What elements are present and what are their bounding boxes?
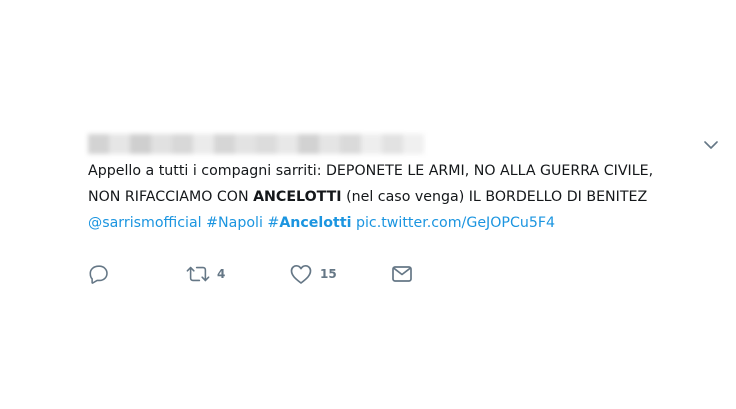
like-count: 15: [320, 267, 337, 281]
reply-button[interactable]: [88, 262, 110, 286]
avatar[interactable]: [12, 132, 82, 208]
heart-icon: [289, 263, 313, 285]
author-name-redacted[interactable]: [88, 134, 424, 154]
mention-link[interactable]: @sarrismofficial: [88, 215, 202, 231]
retweet-button[interactable]: 4: [186, 262, 225, 286]
retweet-icon: [186, 263, 210, 285]
direct-message-button[interactable]: [391, 262, 413, 286]
hashtag-word: Ancelotti: [279, 215, 352, 231]
tweet-card: Appello a tutti i compagni sarriti: DEPO…: [0, 0, 736, 409]
reply-icon: [88, 263, 110, 285]
hashtag-symbol: #: [267, 215, 280, 231]
envelope-icon: [391, 264, 413, 284]
tweet-text-segment: (nel caso venga) IL BORDELLO DI BENITEZ: [341, 189, 648, 205]
like-button[interactable]: 15: [289, 262, 337, 286]
tweet-links-line: @sarrismofficial #Napoli #Ancelotti pic.…: [88, 212, 718, 234]
hashtag-link-napoli[interactable]: #Napoli: [206, 215, 263, 231]
retweet-count: 4: [217, 267, 226, 281]
tweet-text-line-1: Appello a tutti i compagni sarriti: DEPO…: [88, 163, 654, 179]
tweet-text-segment: NON RIFACCIAMO CON: [88, 189, 254, 205]
tweet-text-bold-keyword: ANCELOTTI: [253, 189, 342, 205]
tweet-text-line-2: NON RIFACCIAMO CON ANCELOTTI (nel caso v…: [88, 186, 718, 208]
chevron-down-icon[interactable]: [702, 136, 720, 154]
pic-link[interactable]: pic.twitter.com/GeJOPCu5F4: [356, 215, 555, 231]
hashtag-link-ancelotti[interactable]: #Ancelotti: [267, 215, 351, 231]
